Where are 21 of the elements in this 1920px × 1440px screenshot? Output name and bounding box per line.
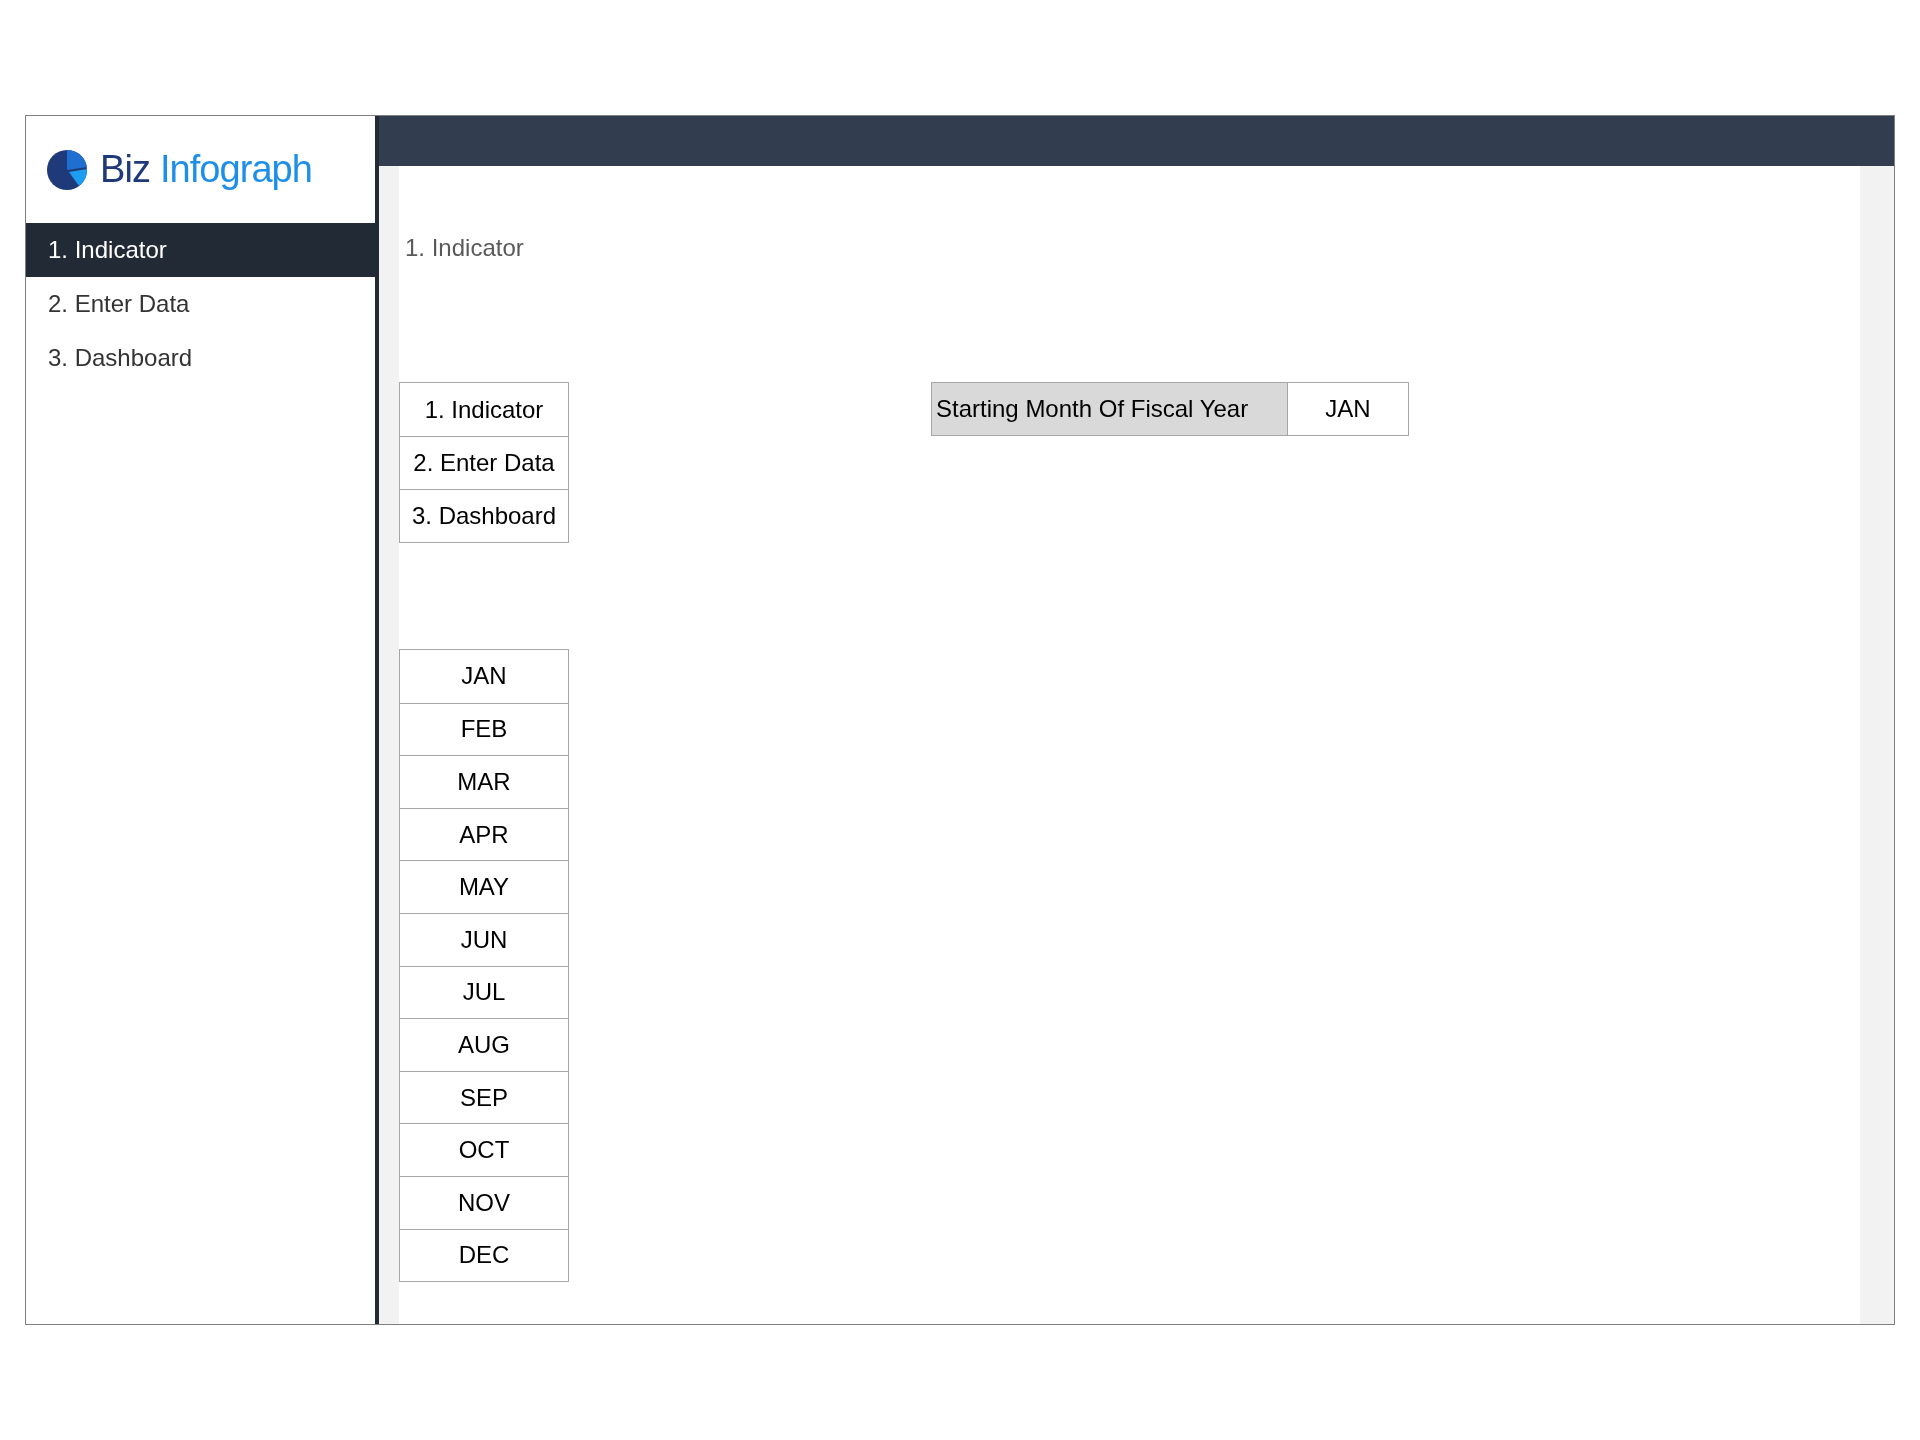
page-title: 1. Indicator — [405, 233, 524, 263]
logo-text: Infograph — [159, 147, 312, 192]
month-cell: MAR — [400, 755, 568, 808]
pie-chart-icon — [46, 148, 88, 191]
month-cell: MAY — [400, 860, 568, 913]
month-cell: DEC — [400, 1228, 568, 1282]
logo-text: Biz — [100, 147, 150, 192]
month-cell-text: JAN — [460, 661, 508, 692]
month-cell: SEP — [400, 1070, 568, 1124]
nav-link[interactable]: 3. Dashboard — [400, 489, 568, 542]
sidebar-item[interactable]: 1. Indicator — [26, 223, 375, 277]
month-cell: NOV — [400, 1175, 568, 1229]
month-cell: JUN — [400, 912, 568, 966]
nav-link[interactable]: 1. Indicator — [400, 383, 568, 436]
month-cell: AUG — [400, 1018, 568, 1071]
nav-link[interactable]: 2. Enter Data — [400, 436, 568, 489]
setting-label: Starting Month Of Fiscal Year — [932, 383, 1288, 435]
month-cell: OCT — [400, 1123, 568, 1176]
month-cell: APR — [400, 807, 568, 861]
month-cell: JUL — [400, 965, 568, 1019]
month-cell: FEB — [400, 702, 568, 756]
